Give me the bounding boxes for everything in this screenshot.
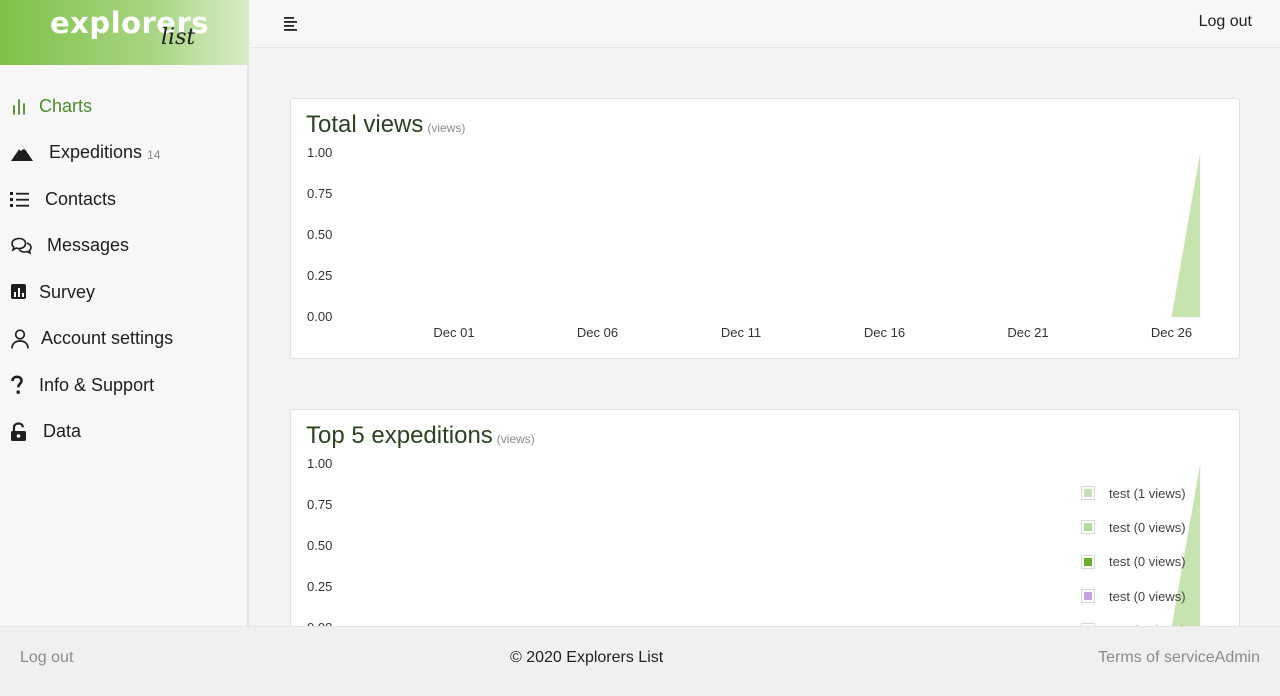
list-icon bbox=[10, 188, 42, 210]
sidebar-item-label: Data bbox=[43, 421, 82, 442]
y-tick-label: 1.00 bbox=[307, 145, 332, 160]
y-tick-label: 0.00 bbox=[307, 309, 332, 324]
menu-toggle-icon[interactable] bbox=[283, 15, 299, 31]
terms-of-service-link[interactable]: Terms of service bbox=[1098, 649, 1214, 666]
sidebar-item-messages[interactable]: Messages bbox=[0, 223, 247, 270]
sidebar-item-expeditions[interactable]: Expeditions 14 bbox=[0, 130, 247, 177]
legend-swatch-color bbox=[1084, 592, 1092, 601]
mountain-icon bbox=[10, 142, 46, 164]
legend-item[interactable]: test (0 views) bbox=[1081, 545, 1186, 579]
x-tick-label: Dec 21 bbox=[1007, 325, 1048, 340]
x-tick-label: Dec 16 bbox=[864, 325, 905, 340]
sidebar-nav: Charts Expeditions 14 Contacts Messages bbox=[0, 83, 247, 455]
legend-swatch-color bbox=[1084, 489, 1092, 498]
legend-label: test (0 views) bbox=[1109, 588, 1186, 604]
sidebar-item-info-support[interactable]: Info & Support bbox=[0, 362, 247, 409]
footer: Log out © 2020 Explorers List Terms of s… bbox=[0, 626, 1280, 696]
sidebar-item-label: Contacts bbox=[45, 188, 117, 209]
footer-links: Terms of serviceAdmin bbox=[1098, 649, 1260, 667]
x-tick-label: Dec 11 bbox=[721, 325, 761, 340]
unlock-icon bbox=[10, 421, 40, 443]
y-tick-label: 1.00 bbox=[307, 456, 332, 471]
x-tick-label: Dec 06 bbox=[577, 325, 618, 340]
legend-label: test (1 views) bbox=[1109, 485, 1186, 501]
y-tick-label: 0.25 bbox=[307, 268, 332, 283]
legend-swatch bbox=[1081, 554, 1095, 569]
sidebar-item-label: Messages bbox=[47, 235, 130, 256]
brand-logo-script: list bbox=[161, 25, 196, 50]
app-root: explorers list Charts Expeditions 14 Con… bbox=[0, 0, 1280, 696]
survey-chart-icon bbox=[10, 281, 36, 303]
bar-chart-icon bbox=[10, 95, 36, 117]
main-content: Total views (views) 0.00 0.25 0.50 0.75 1.00 D… bbox=[250, 49, 1280, 626]
legend-swatch-color bbox=[1084, 523, 1092, 532]
y-tick-label: 0.50 bbox=[307, 227, 332, 242]
legend-swatch bbox=[1081, 589, 1095, 604]
x-tick-label: Dec 26 bbox=[1151, 325, 1192, 340]
footer-copyright: © 2020 Explorers List bbox=[510, 649, 664, 666]
sidebar-item-label: Charts bbox=[39, 95, 93, 116]
sidebar-item-label: Account settings bbox=[41, 328, 174, 349]
legend-swatch bbox=[1081, 520, 1095, 535]
top-expeditions-card: Top 5 expeditions(views) 0.000.250.500.7… bbox=[290, 409, 1240, 626]
sidebar-item-charts[interactable]: Charts bbox=[0, 83, 247, 130]
total-views-chart: 0.00 0.25 0.50 0.75 1.00 Dec 01 Dec 06 Dec 11 De… bbox=[307, 145, 1201, 340]
total-views-card: Total views (views) 0.00 0.25 0.50 0.75 1.00 D… bbox=[290, 98, 1240, 359]
sidebar-item-label: Info & Support bbox=[39, 374, 155, 395]
y-tick-label: 0.75 bbox=[307, 497, 332, 512]
sidebar-item-data[interactable]: Data bbox=[0, 409, 247, 456]
sidebar-item-account-settings[interactable]: Account settings bbox=[0, 316, 247, 363]
sidebar-item-contacts[interactable]: Contacts bbox=[0, 176, 247, 223]
legend-item[interactable]: test (0 views) bbox=[1081, 510, 1186, 544]
user-icon bbox=[10, 328, 38, 350]
sidebar-item-survey[interactable]: Survey bbox=[0, 269, 247, 316]
footer-logout-link[interactable]: Log out bbox=[20, 649, 73, 667]
y-tick-label: 0.25 bbox=[307, 579, 332, 594]
sidebar-item-label: Expeditions bbox=[49, 142, 143, 163]
topbar: Log out bbox=[250, 0, 1280, 48]
y-tick-label: 0.75 bbox=[307, 186, 332, 201]
sidebar: explorers list Charts Expeditions 14 Con… bbox=[0, 0, 249, 626]
question-icon bbox=[10, 374, 36, 396]
legend-swatch bbox=[1081, 486, 1095, 501]
legend-label: test (0 views) bbox=[1109, 519, 1186, 535]
legend-item[interactable]: test (0 views) bbox=[1081, 579, 1186, 613]
area-series-0 bbox=[1171, 153, 1201, 317]
legend-swatch-color bbox=[1084, 557, 1092, 566]
expeditions-count-badge: 14 bbox=[147, 147, 161, 162]
x-tick-label: Dec 01 bbox=[433, 325, 474, 340]
chat-icon bbox=[10, 235, 44, 257]
y-tick-label: 0.50 bbox=[307, 538, 332, 553]
brand-logo[interactable]: explorers list bbox=[0, 0, 248, 65]
admin-link[interactable]: Admin bbox=[1215, 649, 1260, 666]
legend-item[interactable]: test (0 views) bbox=[1081, 613, 1186, 626]
legend-label: test (0 views) bbox=[1109, 554, 1186, 570]
chart-legend: test (1 views) test (0 views) test (0 view… bbox=[1081, 476, 1186, 626]
legend-item[interactable]: test (1 views) bbox=[1081, 476, 1186, 510]
sidebar-item-label: Survey bbox=[39, 281, 96, 302]
topbar-logout-link[interactable]: Log out bbox=[1199, 13, 1252, 31]
